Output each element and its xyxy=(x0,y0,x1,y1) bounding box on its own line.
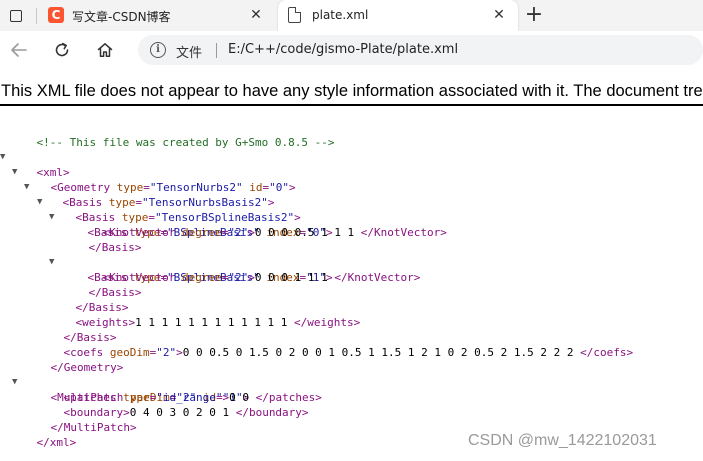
xml-weights-line: <weights>1 1 1 1 1 1 1 1 1 1 1 1 </weigh… xyxy=(49,300,361,329)
xml-coefs: <coefs geoDim="2">0 0 0.5 0 1.5 0 2 0 0 … xyxy=(64,346,634,359)
tab-plate-xml[interactable]: plate.xml ✕ xyxy=(278,0,518,31)
new-tab-button[interactable]: + xyxy=(522,3,546,27)
xml-basis-bspline-line: ▼ <Basis type="TensorBSplineBasis2"> xyxy=(37,180,301,224)
xml-tag-name: </boundary> xyxy=(229,406,309,419)
xml-comment: <!-- This file was created by G+Smo 0.8.… xyxy=(36,136,335,149)
xml-tag-name: > xyxy=(248,271,255,284)
xml-text: 0 4 0 3 0 2 0 1 xyxy=(129,406,230,419)
browser-toolbar: i 文件 E:/C++/code/gismo-Plate/plate.xml xyxy=(0,31,703,68)
collapse-toggle-icon[interactable]: ▼ xyxy=(12,165,22,180)
collapse-toggle-icon[interactable]: ▼ xyxy=(37,195,47,210)
xml-patches-line: <patches type="id_range">0 0 </patches> xyxy=(37,375,322,404)
xml-basis1-line: ▼ <Basis type="BSplineBasis" index="1"> xyxy=(49,240,333,284)
tab-title: 写文章-CSDN博客 xyxy=(72,10,171,24)
xml-knotvector1: <KnotVector degree="2">0 0 0 1 1 1 </Kno… xyxy=(103,271,421,284)
xml-attr-name: degree xyxy=(175,226,222,239)
csdn-watermark: CSDN @mw_1422102031 xyxy=(468,432,657,449)
csdn-icon: C xyxy=(48,7,64,23)
xml-tag-name: </KnotVector> xyxy=(327,271,421,284)
address-scheme-label: 文件 xyxy=(176,46,203,61)
tab-actions-icon xyxy=(9,9,22,22)
back-button[interactable] xyxy=(6,37,32,63)
arrow-left-icon xyxy=(11,43,27,57)
xml-root-close-line: </xml> xyxy=(10,420,77,449)
tab-csdn[interactable]: C 写文章-CSDN博客 ✕ xyxy=(38,0,275,31)
xml-text: 0 0 0.5 0 1.5 0 2 0 0 1 0.5 1 1.5 1 2 1 … xyxy=(182,346,574,359)
xml-attr-value: "2" xyxy=(228,226,249,239)
home-icon xyxy=(97,43,113,57)
xml-basis1-close-line: </Basis> xyxy=(62,270,142,299)
tab-title: plate.xml xyxy=(312,8,369,22)
xml-tag-name: </KnotVector> xyxy=(354,226,447,239)
xml-basis-bspline-close-line: </Basis> xyxy=(49,285,129,314)
collapse-toggle-icon[interactable]: ▼ xyxy=(24,180,34,195)
xml-tag-name: > xyxy=(248,226,255,239)
xml-geometry-close-line: </Geometry> xyxy=(24,345,124,374)
xml-multipatch-line: ▼ <MultiPatch parDim="2" id="1"> xyxy=(12,360,249,404)
xml-text: 1 1 1 1 1 1 1 1 1 1 1 1 xyxy=(135,316,288,329)
tab-close-button[interactable]: ✕ xyxy=(247,6,265,24)
home-button[interactable] xyxy=(92,37,118,63)
xml-root-close: </xml> xyxy=(36,436,77,449)
address-bar[interactable]: i 文件 E:/C++/code/gismo-Plate/plate.xml xyxy=(138,35,703,65)
xml-attr-value: "2" xyxy=(156,346,177,359)
xml-coefs-line: <coefs geoDim="2">0 0 0.5 0 1.5 0 2 0 0 … xyxy=(37,330,634,359)
tab-close-button[interactable]: ✕ xyxy=(490,6,508,24)
xml-multipatch-close-line: </MultiPatch> xyxy=(24,405,137,434)
xml-geometry-line: ▼ <Geometry type="TensorNurbs2" id="0"> xyxy=(12,150,296,194)
address-separator xyxy=(216,43,217,58)
window-menu-button[interactable] xyxy=(0,0,31,31)
collapse-toggle-icon[interactable]: ▼ xyxy=(12,375,22,390)
tab-separator xyxy=(36,8,37,24)
xml-style-notice: This XML file does not appear to have an… xyxy=(0,78,703,106)
xml-tag-name: </weights> xyxy=(287,316,361,329)
xml-basis-nurbs-close-line: </Basis> xyxy=(37,315,117,344)
xml-basis0-line: ▼ <Basis type="BSplineBasis" index="0"> xyxy=(49,195,333,239)
collapse-toggle-icon[interactable]: ▼ xyxy=(0,150,10,165)
xml-text: 0 0 0 1 1 1 xyxy=(254,271,328,284)
xml-weights: <weights>1 1 1 1 1 1 1 1 1 1 1 1 </weigh… xyxy=(76,316,361,329)
document-icon xyxy=(288,7,301,23)
info-icon[interactable]: i xyxy=(150,42,166,58)
reload-button[interactable] xyxy=(49,37,75,63)
xml-comment-line: <!-- This file was created by G+Smo 0.8.… xyxy=(10,120,335,149)
tab-strip: C 写文章-CSDN博客 ✕ plate.xml ✕ + xyxy=(0,0,703,31)
collapse-toggle-icon[interactable]: ▼ xyxy=(49,210,59,225)
xml-tag-name: </coefs> xyxy=(573,346,634,359)
xml-text: 0 0 0 0.5 1 1 1 xyxy=(254,226,355,239)
xml-attr-name: degree xyxy=(175,271,222,284)
xml-knotvector0-line: <KnotVector degree="2">0 0 0 0.5 1 1 1 <… xyxy=(76,210,447,239)
xml-basis-nurbs-line: ▼ <Basis type="TensorNurbsBasis2"> xyxy=(24,165,274,209)
url-text[interactable]: E:/C++/code/gismo-Plate/plate.xml xyxy=(228,42,458,57)
reload-icon xyxy=(55,42,69,57)
xml-knotvector1-line: <KnotVector degree="2">0 0 0 1 1 1 </Kno… xyxy=(76,255,421,284)
collapse-toggle-icon[interactable]: ▼ xyxy=(49,255,59,270)
xml-attr-value: "2" xyxy=(228,271,249,284)
xml-boundary-line: <boundary>0 4 0 3 0 2 0 1 </boundary> xyxy=(37,390,309,419)
xml-knotvector0: <KnotVector degree="2">0 0 0 0.5 1 1 1 <… xyxy=(103,226,447,239)
xml-tag-name: > xyxy=(176,346,183,359)
xml-root-line: ▼ <xml> xyxy=(0,135,70,179)
xml-basis0-close-line: </Basis> xyxy=(62,225,142,254)
